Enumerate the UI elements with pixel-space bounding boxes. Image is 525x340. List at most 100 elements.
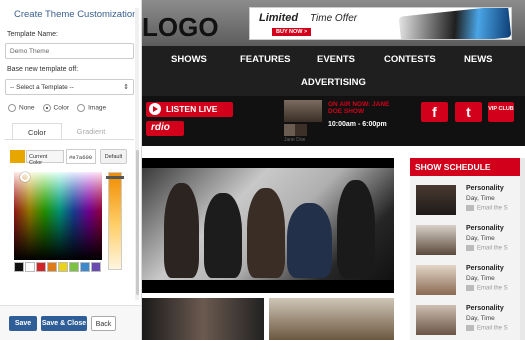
person-figure (337, 180, 375, 278)
tab-gradient[interactable]: Gradient (62, 123, 120, 140)
personality-photo (416, 225, 456, 255)
personality-time: Day, Time (466, 195, 495, 202)
personality-photo (416, 305, 456, 335)
panel-scrollbar-thumb[interactable] (136, 150, 139, 295)
email-icon (466, 205, 474, 211)
color-picker-canvas[interactable] (14, 172, 102, 260)
default-color-button[interactable]: Default (100, 149, 127, 164)
site-preview: LOGO Limited Time Offer BUY NOW > SHOWS … (142, 0, 525, 340)
back-button[interactable]: Back (91, 316, 116, 331)
ad-banner[interactable]: Limited Time Offer BUY NOW > (249, 7, 512, 40)
nav-advertising[interactable]: ADVERTISING (301, 77, 366, 88)
radio-none-label: None (19, 104, 35, 112)
palette-swatch[interactable] (14, 262, 24, 272)
tab-divider (5, 139, 134, 140)
palette-swatch[interactable] (36, 262, 46, 272)
personality-time: Day, Time (466, 315, 495, 322)
email-text: Email the S (477, 325, 508, 332)
show-time: 10:00am - 6:00pm (328, 121, 387, 128)
thumbnail-image[interactable] (142, 298, 264, 340)
nav-shows[interactable]: SHOWS (171, 54, 207, 65)
email-link[interactable]: Email the S (466, 325, 508, 332)
person-figure (247, 188, 285, 278)
email-text: Email the S (477, 285, 508, 292)
palette-swatch[interactable] (80, 262, 90, 272)
email-text: Email the S (477, 205, 508, 212)
site-header: LOGO Limited Time Offer BUY NOW > (142, 0, 525, 46)
on-air-text: ON AIR NOW: JANE DOE SHOW (328, 101, 390, 115)
radio-color[interactable]: Color (42, 104, 70, 112)
radio-color-icon (42, 104, 51, 112)
schedule-item[interactable]: Personality Day, Time Email the S (416, 305, 520, 337)
radio-none[interactable]: None (8, 104, 35, 112)
email-link[interactable]: Email the S (466, 205, 508, 212)
thumbnail-image[interactable] (269, 298, 394, 340)
tab-color[interactable]: Color (12, 123, 62, 140)
color-picker-cursor[interactable] (20, 172, 30, 182)
radio-image[interactable]: Image (77, 104, 106, 112)
personality-photo (416, 265, 456, 295)
personality-name: Personality (466, 185, 504, 192)
email-icon (466, 245, 474, 251)
schedule-item[interactable]: Personality Day, Time Email the S (416, 265, 520, 297)
nav-contests[interactable]: CONTESTS (384, 54, 436, 65)
twitter-icon[interactable]: t (455, 102, 482, 122)
phone-image (398, 8, 511, 39)
person-figure (287, 203, 332, 278)
color-shade-slider[interactable] (108, 172, 122, 270)
play-icon (149, 103, 161, 115)
palette-swatch[interactable] (69, 262, 79, 272)
palette-swatch[interactable] (91, 262, 101, 272)
schedule-item[interactable]: Personality Day, Time Email the S (416, 225, 520, 257)
show-schedule-title: SHOW SCHEDULE (410, 158, 520, 176)
schedule-item[interactable]: Personality Day, Time Email the S (416, 185, 520, 217)
vip-club-button[interactable]: VIP CLUB (488, 102, 514, 122)
ad-buy-now-button[interactable]: BUY NOW > (272, 28, 312, 36)
nav-news[interactable]: NEWS (464, 54, 493, 65)
base-template-label: Base new template off: (7, 66, 79, 73)
email-icon (466, 285, 474, 291)
person-figure (204, 193, 242, 278)
current-color-swatch (10, 150, 25, 163)
palette-swatch[interactable] (25, 262, 35, 272)
show-schedule: SHOW SCHEDULE Personality Day, Time Emai… (410, 158, 520, 340)
template-name-label: Template Name: (7, 31, 58, 38)
radio-image-icon (77, 104, 86, 112)
radio-image-label: Image (88, 104, 107, 112)
page-scrollbar[interactable] (520, 158, 525, 340)
email-link[interactable]: Email the S (466, 285, 508, 292)
radio-none-icon (8, 104, 16, 112)
palette-swatch[interactable] (47, 262, 57, 272)
color-shade-slider-handle[interactable] (106, 176, 124, 179)
radio-color-label: Color (53, 104, 70, 112)
site-nav: SHOWS FEATURES EVENTS CONTESTS NEWS ADVE… (142, 46, 525, 96)
background-type-radios: None Color Image (8, 104, 106, 112)
base-template-select-value: -- Select a Template -- (10, 84, 74, 91)
template-name-input[interactable]: Demo Theme (5, 43, 134, 59)
personality-time: Day, Time (466, 235, 495, 242)
nav-features[interactable]: FEATURES (240, 54, 291, 65)
hex-color-input[interactable]: #e7a600 (66, 149, 96, 164)
current-color-label: Current Color (26, 150, 64, 166)
site-logo[interactable]: LOGO (142, 12, 219, 43)
save-button[interactable]: Save (9, 316, 37, 331)
panel-title: Create Theme Customization (14, 9, 138, 20)
host-thumb-2[interactable] (295, 124, 307, 136)
radio-bar: LISTEN LIVE rdio ON AIR NOW: JANE DOE SH… (142, 96, 525, 146)
email-text: Email the S (477, 245, 508, 252)
personality-time: Day, Time (466, 275, 495, 282)
chevron-updown-icon: ⇕ (123, 84, 129, 91)
base-template-select[interactable]: -- Select a Template -- ⇕ (5, 79, 134, 95)
customization-panel: Create Theme Customization Template Name… (0, 0, 142, 340)
person-figure (164, 183, 199, 278)
ad-headline-limited: Limited (259, 12, 299, 24)
palette-swatch[interactable] (58, 262, 68, 272)
nav-events[interactable]: EVENTS (317, 54, 355, 65)
facebook-icon[interactable]: f (421, 102, 448, 122)
color-palette (14, 262, 101, 272)
save-close-button[interactable]: Save & Close (41, 316, 87, 331)
email-link[interactable]: Email the S (466, 245, 508, 252)
rdio-button[interactable]: rdio (146, 121, 184, 136)
featured-image[interactable] (142, 158, 394, 293)
personality-photo (416, 185, 456, 215)
